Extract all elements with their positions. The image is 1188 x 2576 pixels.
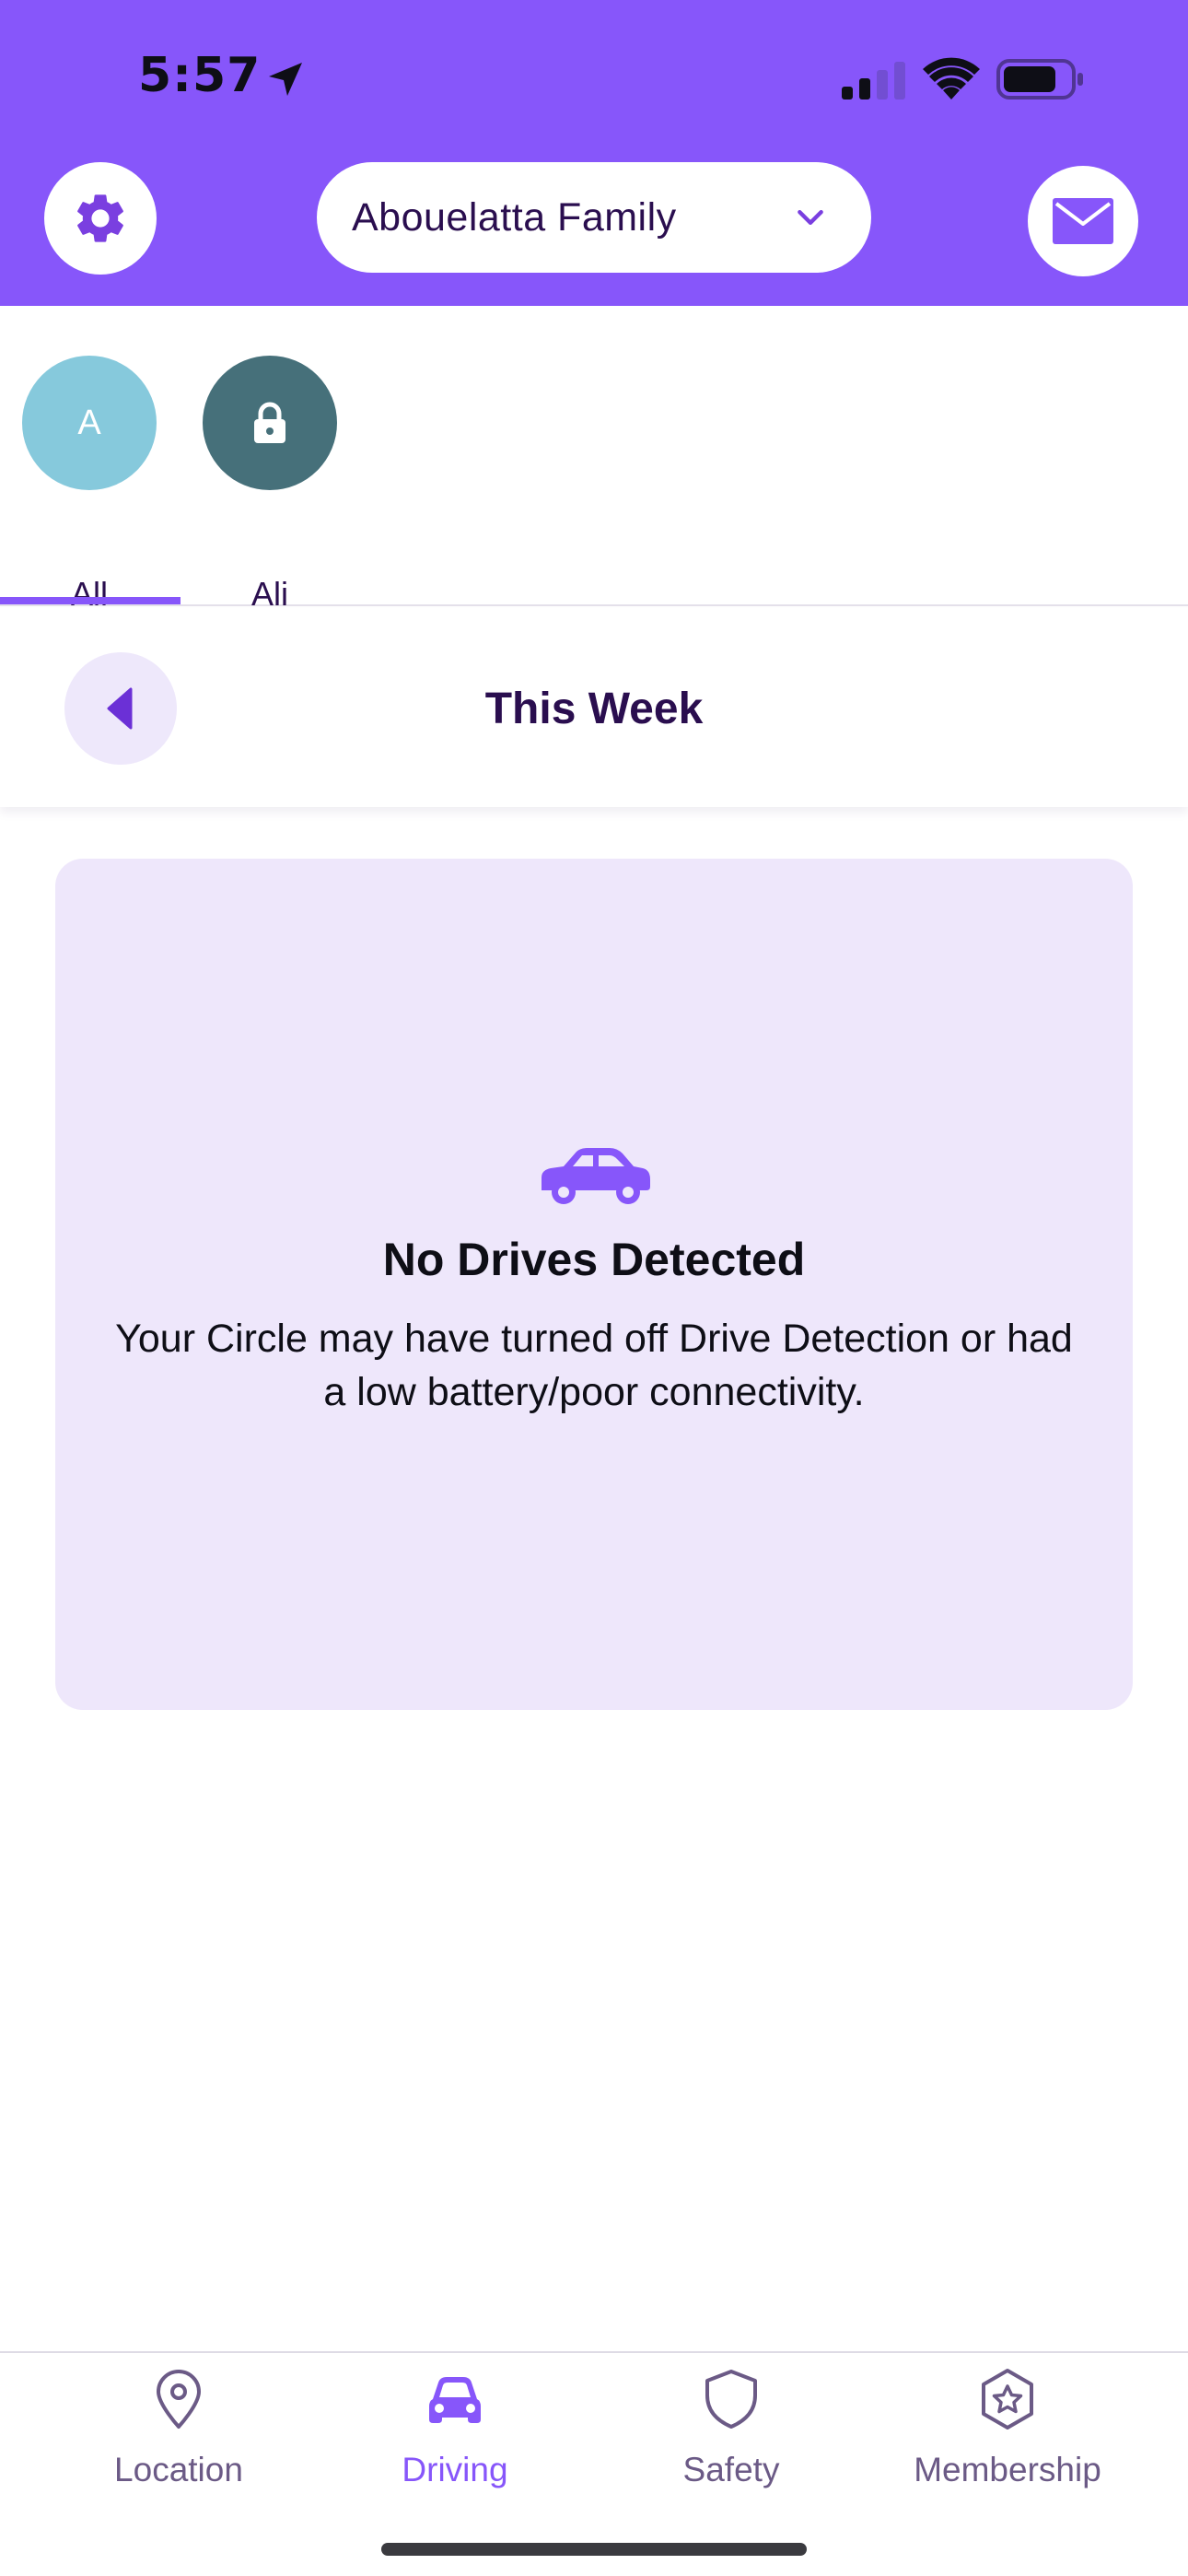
location-arrow-icon [269,63,302,96]
week-navigator: This Week [0,608,1188,807]
messages-button[interactable] [1028,166,1138,276]
battery-icon [996,59,1083,100]
tab-label: Membership [914,2451,1101,2488]
tab-label: Safety [682,2451,780,2488]
wifi-icon [923,57,980,100]
app-header: 5:57 Abouelatta Family [0,0,1188,306]
member-selector: A All Ali [0,306,1188,613]
home-indicator[interactable] [381,2543,807,2556]
settings-button[interactable] [44,162,157,275]
avatar-initial: A [77,403,101,442]
circle-selector[interactable]: Abouelatta Family [317,162,871,273]
car-icon [542,1148,650,1204]
member-ali[interactable]: Ali [203,356,337,613]
tab-membership[interactable]: Membership [869,2368,1146,2506]
tab-safety[interactable]: Safety [593,2368,869,2506]
avatar: A [22,356,157,490]
tab-location[interactable]: Location [41,2368,317,2506]
star-badge-icon [982,2369,1033,2430]
envelope-icon [1053,198,1113,244]
selected-member-indicator [0,597,181,604]
avatar [203,356,337,490]
empty-state-card: No Drives Detected Your Circle may have … [55,859,1133,1710]
tab-label: Driving [402,2451,508,2488]
gear-icon [77,194,123,242]
tab-driving[interactable]: Driving [317,2368,593,2506]
empty-state-title: No Drives Detected [382,1234,806,1285]
driving-screen: 5:57 Abouelatta Family A All Ali This We… [0,0,1188,2576]
shield-icon [705,2370,757,2429]
circle-name: Abouelatta Family [352,195,677,240]
car-icon [429,2377,481,2423]
member-all[interactable]: A All [22,356,157,613]
location-pin-icon [157,2370,201,2429]
tab-label: Location [114,2451,243,2488]
chevron-down-icon [798,210,823,225]
status-time: 5:57 [138,48,262,103]
lock-icon [254,402,285,443]
empty-state-message: Your Circle may have turned off Drive De… [115,1317,1073,1414]
cellular-signal-icon [842,62,905,100]
week-title: This Week [484,685,704,733]
